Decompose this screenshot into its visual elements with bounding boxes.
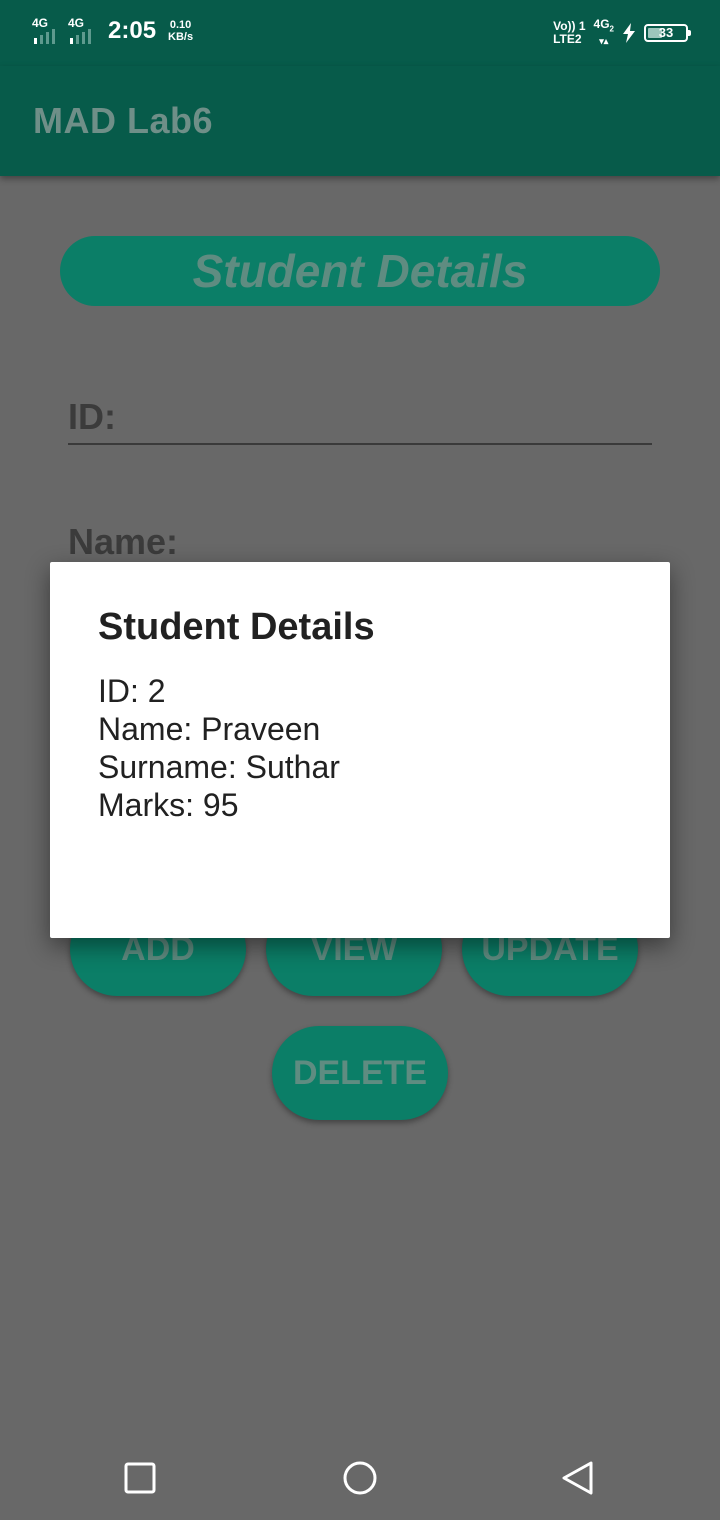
recents-square-icon[interactable] [120, 1458, 160, 1498]
mobile-data-sim: 2 [609, 24, 614, 34]
dialog-message: ID: 2 Name: Praveen Surname: Suthar Mark… [98, 672, 340, 824]
volte-indicator: Vo)) 1 LTE2 [553, 20, 585, 46]
network-speed: 0.10 KB/s [168, 19, 193, 43]
status-bar: 4G 4G 2:05 0.10 KB/s Vo)) 1 LTE2 4G2 ▾▴ … [0, 0, 720, 66]
name-field-label: Name: [68, 521, 179, 562]
lte-label: LTE2 [553, 32, 582, 47]
mobile-data-type: 4G [593, 17, 610, 31]
sim2-network-type: 4G [68, 16, 85, 30]
network-speed-value: 0.10 [169, 19, 192, 31]
delete-button[interactable]: DELETE [272, 1026, 448, 1120]
sim2-signal-icon: 4G [68, 16, 100, 46]
clock: 2:05 [108, 17, 157, 44]
home-circle-icon[interactable] [340, 1458, 380, 1498]
back-triangle-icon[interactable] [558, 1458, 598, 1498]
id-field[interactable] [68, 443, 652, 445]
heading-text: Student Details [192, 245, 528, 297]
id-field-label: ID: [68, 396, 116, 437]
dialog-line-marks: Marks: 95 [98, 787, 239, 823]
dialog-line-name: Name: Praveen [98, 711, 321, 747]
dialog-title: Student Details [98, 606, 375, 648]
sim1-signal-icon: 4G [32, 16, 64, 46]
dialog-line-id: ID: 2 [98, 673, 166, 709]
mobile-data-icon: 4G2 ▾▴ [593, 17, 614, 47]
navigation-bar [0, 1436, 720, 1520]
battery-icon: 33 [644, 24, 691, 43]
sim1-network-type: 4G [32, 16, 49, 30]
dialog-line-surname: Surname: Suthar [98, 749, 340, 785]
student-details-heading: Student Details [60, 236, 660, 306]
network-speed-unit: KB/s [168, 31, 194, 43]
battery-level: 33 [658, 25, 674, 41]
student-details-dialog[interactable]: Student Details ID: 2 Name: Praveen Surn… [50, 562, 670, 938]
app-bar: MAD Lab6 [0, 66, 720, 176]
charging-bolt-icon [623, 23, 635, 44]
app-title: MAD Lab6 [33, 100, 214, 141]
